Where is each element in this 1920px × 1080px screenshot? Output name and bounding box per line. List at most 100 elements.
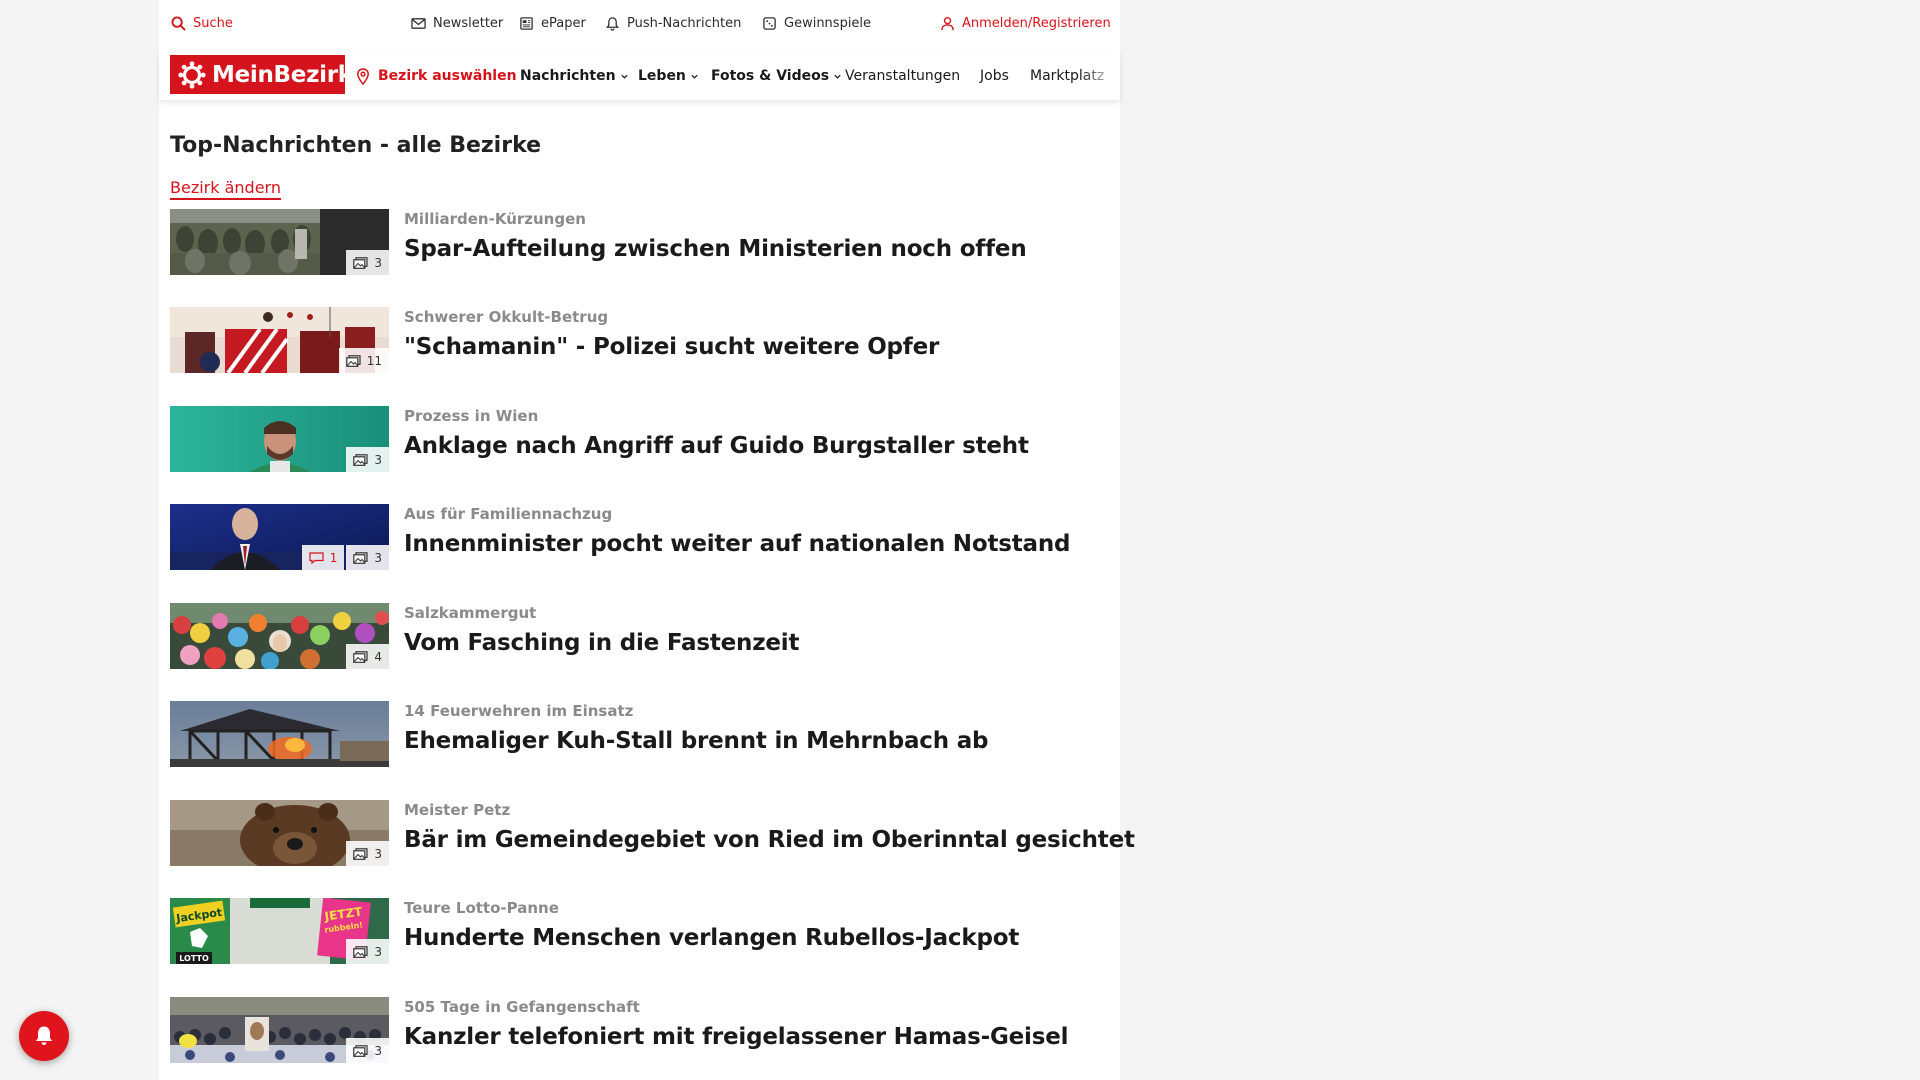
article-headline[interactable]: Bär im Gemeindegebiet von Ried im Oberin… <box>404 827 1135 853</box>
district-select-label: Bezirk auswählen <box>378 68 517 84</box>
newsletter-link[interactable]: Newsletter <box>411 13 503 33</box>
image-count-badge: 11 <box>338 348 389 373</box>
article-item[interactable]: 4 Salzkammergut Vom Fasching in die Fast… <box>170 603 1110 671</box>
article-headline[interactable]: Hunderte Menschen verlangen Rubellos-Jac… <box>404 925 1019 951</box>
article-item[interactable]: 11 Schwerer Okkult-Betrug "Schamanin" - … <box>170 307 1110 375</box>
site-logo[interactable]: MeinBezirk <box>170 55 353 94</box>
push-notification-button[interactable] <box>19 1011 69 1061</box>
thumbnail-badges: 3 <box>344 841 389 866</box>
thumbnail-badges: 11 <box>337 348 389 373</box>
dice-icon <box>763 16 776 30</box>
article-headline[interactable]: Anklage nach Angriff auf Guido Burgstall… <box>404 433 1029 459</box>
thumbnail-badges: 4 <box>344 644 389 669</box>
article-thumbnail[interactable]: 3 <box>170 406 389 472</box>
image-count: 4 <box>374 649 382 664</box>
article-item[interactable]: 14 Feuerwehren im Einsatz Ehemaliger Kuh… <box>170 701 1110 769</box>
nav-item-jobs[interactable]: Jobs <box>980 66 1009 86</box>
image-count: 3 <box>374 944 382 959</box>
article-thumbnail[interactable]: 3 <box>170 997 389 1063</box>
article-item[interactable]: 3 Prozess in Wien Anklage nach Angriff a… <box>170 406 1110 474</box>
article-thumbnail[interactable]: 11 <box>170 307 389 373</box>
change-district-link[interactable]: Bezirk ändern <box>170 178 281 200</box>
location-pin-icon <box>357 67 369 85</box>
article-headline[interactable]: Vom Fasching in die Fastenzeit <box>404 630 799 656</box>
article-thumbnail[interactable]: 1 3 <box>170 504 389 570</box>
image-count-badge: 3 <box>346 939 389 964</box>
gewinnspiele-link[interactable]: Gewinnspiele <box>762 13 871 33</box>
user-icon <box>941 16 954 30</box>
image-count-badge: 3 <box>346 447 389 472</box>
image-count: 11 <box>366 353 382 368</box>
article-kicker: 505 Tage in Gefangenschaft <box>404 998 640 1016</box>
image-count: 3 <box>374 1043 382 1058</box>
article-headline[interactable]: Spar-Aufteilung zwischen Ministerien noc… <box>404 236 1027 262</box>
gallery-icon <box>345 354 361 367</box>
newsletter-label: Newsletter <box>433 15 504 31</box>
mail-icon <box>411 17 426 29</box>
thumbnail-badges: 1 3 <box>300 545 389 570</box>
article-item[interactable]: 3 505 Tage in Gefangenschaft Kanzler tel… <box>170 997 1110 1065</box>
bell-icon <box>36 1026 52 1045</box>
article-kicker: Salzkammergut <box>404 604 537 622</box>
logo-text: MeinBezirk <box>212 61 353 88</box>
comment-count-badge: 1 <box>301 545 345 570</box>
page-title: Top-Nachrichten - alle Bezirke <box>170 133 542 158</box>
image-count-badge: 3 <box>346 545 389 570</box>
nav-item-fotos-videos[interactable]: Fotos & Videos <box>711 66 842 86</box>
utility-bar: Suche Newsletter ePaper Push-Nachrichten… <box>159 0 1120 46</box>
epaper-label: ePaper <box>541 15 586 31</box>
article-thumbnail[interactable]: 3 <box>170 209 389 275</box>
district-select-button[interactable]: Bezirk auswählen <box>356 66 517 86</box>
article-thumbnail[interactable]: 3 <box>170 800 389 866</box>
image-count-badge: 3 <box>346 1038 389 1063</box>
nav-item-leben[interactable]: Leben <box>638 66 699 86</box>
image-count: 3 <box>374 846 382 861</box>
gewinnspiele-label: Gewinnspiele <box>784 15 872 31</box>
thumbnail-badges: 3 <box>344 1038 389 1063</box>
nav-item-label: Jobs <box>980 68 1009 84</box>
thumbnail-badges: 3 <box>344 250 389 275</box>
article-thumbnail[interactable]: 4 <box>170 603 389 669</box>
article-item[interactable]: 1 3 Aus für Familiennachzug Innenministe… <box>170 504 1110 572</box>
main-navigation: MeinBezirk Bezirk auswählen Nachrichten … <box>159 50 1120 100</box>
svg-text:LOTTO: LOTTO <box>179 954 209 963</box>
push-notifications-link[interactable]: Push-Nachrichten <box>605 13 741 33</box>
page-container: Suche Newsletter ePaper Push-Nachrichten… <box>159 0 1135 1080</box>
search-label: Suche <box>193 15 233 31</box>
search-icon <box>171 15 186 31</box>
nav-overflow-fade <box>1080 50 1120 100</box>
article-kicker: Milliarden-Kürzungen <box>404 210 586 228</box>
nav-item-nachrichten[interactable]: Nachrichten <box>520 66 629 86</box>
chevron-down-icon <box>834 74 841 79</box>
article-item[interactable]: 3 Meister Petz Bär im Gemeindegebiet von… <box>170 800 1135 868</box>
nav-item-label: Fotos & Videos <box>711 68 830 84</box>
article-headline[interactable]: Ehemaliger Kuh-Stall brennt in Mehrnbach… <box>404 728 989 754</box>
article-headline[interactable]: Innenminister pocht weiter auf nationale… <box>404 531 1071 557</box>
bell-icon <box>606 16 619 31</box>
comment-icon <box>309 551 324 564</box>
nav-item-label: Leben <box>638 68 686 84</box>
article-item[interactable]: 3 Milliarden-Kürzungen Spar-Aufteilung z… <box>170 209 1110 277</box>
article-item[interactable]: Jackpot LOTTO JETZT rubbeln! 3 Teure Lot… <box>170 898 1110 966</box>
nav-item-veranstaltungen[interactable]: Veranstaltungen <box>845 66 960 86</box>
article-thumbnail[interactable] <box>170 701 389 767</box>
article-headline[interactable]: "Schamanin" - Polizei sucht weitere Opfe… <box>404 334 939 360</box>
gallery-icon <box>353 945 368 958</box>
image-count: 3 <box>374 255 382 270</box>
thumbnail-badges: 3 <box>344 939 389 964</box>
newspaper-icon <box>520 16 533 30</box>
article-thumbnail[interactable]: Jackpot LOTTO JETZT rubbeln! 3 <box>170 898 389 964</box>
search-link[interactable]: Suche <box>171 13 233 33</box>
article-headline[interactable]: Kanzler telefoniert mit freigelassener H… <box>404 1024 1069 1050</box>
gallery-icon <box>353 847 368 860</box>
epaper-link[interactable]: ePaper <box>519 13 586 33</box>
article-kicker: Aus für Familiennachzug <box>404 505 613 523</box>
chevron-down-icon <box>620 74 628 79</box>
image-count: 3 <box>374 452 382 467</box>
login-link[interactable]: Anmelden/Registrieren <box>940 13 1111 33</box>
login-label: Anmelden/Registrieren <box>962 15 1111 31</box>
article-kicker: Teure Lotto-Panne <box>404 899 559 917</box>
thumbnail-badges: 3 <box>344 447 389 472</box>
gallery-icon <box>353 256 368 269</box>
image-count-badge: 3 <box>346 250 389 275</box>
